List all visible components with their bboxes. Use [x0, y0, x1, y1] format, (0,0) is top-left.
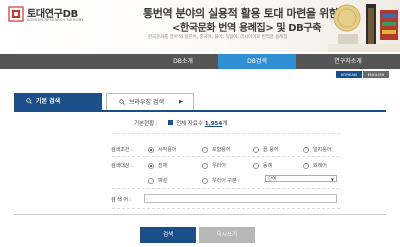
condition-option-end[interactable]: 끝 용어: [253, 146, 278, 153]
logo-subtitle: KOREAN RESEARCH MEMORY: [27, 18, 84, 22]
tab-basic-search-label: 기본 검색: [36, 98, 61, 105]
search-button[interactable]: 검색: [140, 227, 196, 243]
target-option-native-type[interactable]: 우리어 구분 :: [202, 177, 240, 184]
lang-korean-button[interactable]: KOREAN: [336, 71, 362, 78]
status-suffix: 개: [222, 121, 228, 127]
divider: [112, 156, 340, 157]
search-panel: 기본현황 : 전체 자료수 1,954개 검색조건 : 시작용어 포함용어 끝 …: [14, 112, 386, 215]
lang-english-button[interactable]: ENGLISH: [363, 71, 389, 78]
radio-button[interactable]: [303, 162, 309, 169]
tab-browse-search-label: 브라우징 검색: [129, 99, 165, 106]
main-nav: DB소개 DB검색 연구자소개: [0, 54, 400, 69]
logo-icon: [8, 6, 24, 22]
radio-button[interactable]: [202, 146, 208, 153]
target-option-example[interactable]: 동례: [253, 162, 272, 169]
search-icon: [26, 98, 32, 104]
target-option-all[interactable]: 전체: [148, 162, 167, 169]
condition-option-start[interactable]: 시작용어: [148, 146, 176, 153]
status-label: 기본현황 :: [134, 121, 158, 127]
tab-basic-search[interactable]: 기본 검색: [14, 93, 102, 110]
condition-option-exact[interactable]: 일치용어: [303, 146, 331, 153]
nav-item-db-intro[interactable]: DB소개: [148, 54, 218, 69]
radio-button[interactable]: [253, 146, 259, 153]
target-option-native[interactable]: 우리어: [202, 162, 226, 169]
radio-button[interactable]: [202, 162, 208, 169]
nav-item-researcher-intro[interactable]: 연구자소개: [296, 54, 400, 69]
reset-button[interactable]: 다시쓰기: [199, 227, 255, 243]
chevron-right-icon: ▶: [179, 99, 183, 105]
search-icon: [119, 99, 125, 105]
divider: [112, 188, 340, 189]
chevron-down-icon: ▼: [330, 177, 334, 182]
radio-button[interactable]: [303, 146, 309, 153]
divider: [112, 208, 340, 209]
radio-button[interactable]: [253, 162, 259, 169]
status-count-link[interactable]: 1,954: [205, 121, 222, 127]
condition-label: 검색조건 :: [111, 147, 133, 153]
word-type-select[interactable]: 단어 ▼: [265, 175, 337, 182]
keyword-input[interactable]: [144, 194, 337, 203]
status-total: 전체 자료수 1,954개: [176, 119, 227, 127]
condition-option-contains[interactable]: 포함용어: [202, 146, 230, 153]
decorative-artwork: [328, 4, 400, 52]
radio-button[interactable]: [202, 177, 208, 184]
status-marker-icon: [168, 120, 173, 125]
divider: [112, 133, 340, 134]
radio-button[interactable]: [148, 162, 154, 169]
headline-line-2: <한국문화 번역 용례집> 및 DB구축: [172, 23, 322, 34]
nav-item-db-search[interactable]: DB검색: [218, 54, 296, 69]
radio-button[interactable]: [148, 146, 154, 153]
status-prefix: 전체 자료수: [176, 121, 204, 127]
search-tabs: 기본 검색 브라우징 검색 ▶: [14, 93, 386, 112]
target-option-foreign[interactable]: 외래어: [303, 162, 327, 169]
header-banner: 토대연구DB KOREAN RESEARCH MEMORY 통번역 분야의 실용…: [0, 0, 400, 52]
target-label: 검색대상 :: [111, 163, 133, 169]
tab-browse-search[interactable]: 브라우징 검색 ▶: [106, 93, 194, 110]
target-option-explanation[interactable]: 예설: [148, 177, 167, 184]
keyword-label: 검 색 어 :: [111, 197, 132, 203]
banner-description: 한국문화를 영어 외 일본어, 중국어, 불어, 독일어, 러시아어로 번역한 …: [148, 35, 288, 40]
radio-button[interactable]: [148, 177, 154, 184]
word-type-select-value: 단어: [268, 177, 277, 182]
